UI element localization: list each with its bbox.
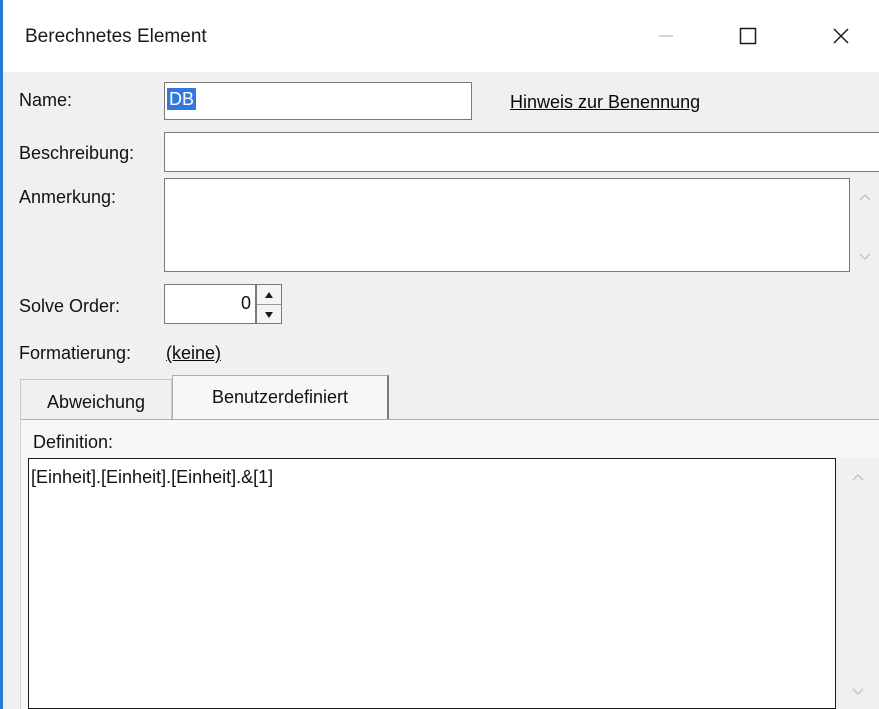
- note-textarea[interactable]: [164, 178, 850, 272]
- formatting-label: Formatierung:: [19, 343, 132, 363]
- scroll-down-icon[interactable]: [858, 250, 872, 264]
- scroll-up-icon[interactable]: [858, 190, 872, 204]
- name-label: Name:: [19, 90, 73, 110]
- solve-order-label: Solve Order:: [19, 296, 121, 316]
- definition-textarea[interactable]: [Einheit].[Einheit].[Einheit].&[1]: [28, 458, 836, 709]
- maximize-button[interactable]: [719, 0, 777, 72]
- description-input[interactable]: [164, 132, 879, 172]
- window-title: Berechnetes Element: [25, 26, 207, 47]
- definition-value: [Einheit].[Einheit].[Einheit].&[1]: [31, 467, 274, 487]
- definition-scrollbar[interactable]: [836, 458, 879, 709]
- note-label: Anmerkung:: [19, 187, 117, 207]
- close-icon: [833, 28, 849, 44]
- solve-order-stepper[interactable]: [256, 284, 282, 324]
- scroll-down-icon[interactable]: [851, 685, 865, 699]
- stepper-up-button[interactable]: [257, 285, 281, 304]
- minimize-button[interactable]: [637, 0, 695, 72]
- stepper-down-button[interactable]: [257, 304, 281, 324]
- tab-label: Abweichung: [46, 392, 146, 412]
- note-scrollbar[interactable]: [850, 178, 879, 272]
- tab-abweichung[interactable]: Abweichung: [20, 379, 172, 419]
- caret-up-icon: [265, 291, 273, 298]
- maximize-icon: [739, 27, 757, 45]
- naming-hint-link[interactable]: Hinweis zur Benennung: [510, 92, 700, 113]
- minimize-icon: [659, 35, 673, 37]
- description-label: Beschreibung:: [19, 143, 135, 163]
- caret-down-icon: [265, 311, 273, 318]
- tab-label: Benutzerdefiniert: [211, 387, 349, 407]
- definition-label: Definition:: [33, 432, 114, 452]
- formatting-link[interactable]: (keine): [166, 343, 221, 364]
- solve-order-value: 0: [240, 293, 251, 313]
- name-input[interactable]: DB: [164, 82, 472, 120]
- tab-benutzerdefiniert[interactable]: Benutzerdefiniert: [172, 375, 389, 419]
- solve-order-input[interactable]: 0: [164, 284, 256, 324]
- scroll-up-icon[interactable]: [851, 470, 865, 484]
- close-button[interactable]: [812, 0, 870, 72]
- name-value: DB: [167, 88, 197, 110]
